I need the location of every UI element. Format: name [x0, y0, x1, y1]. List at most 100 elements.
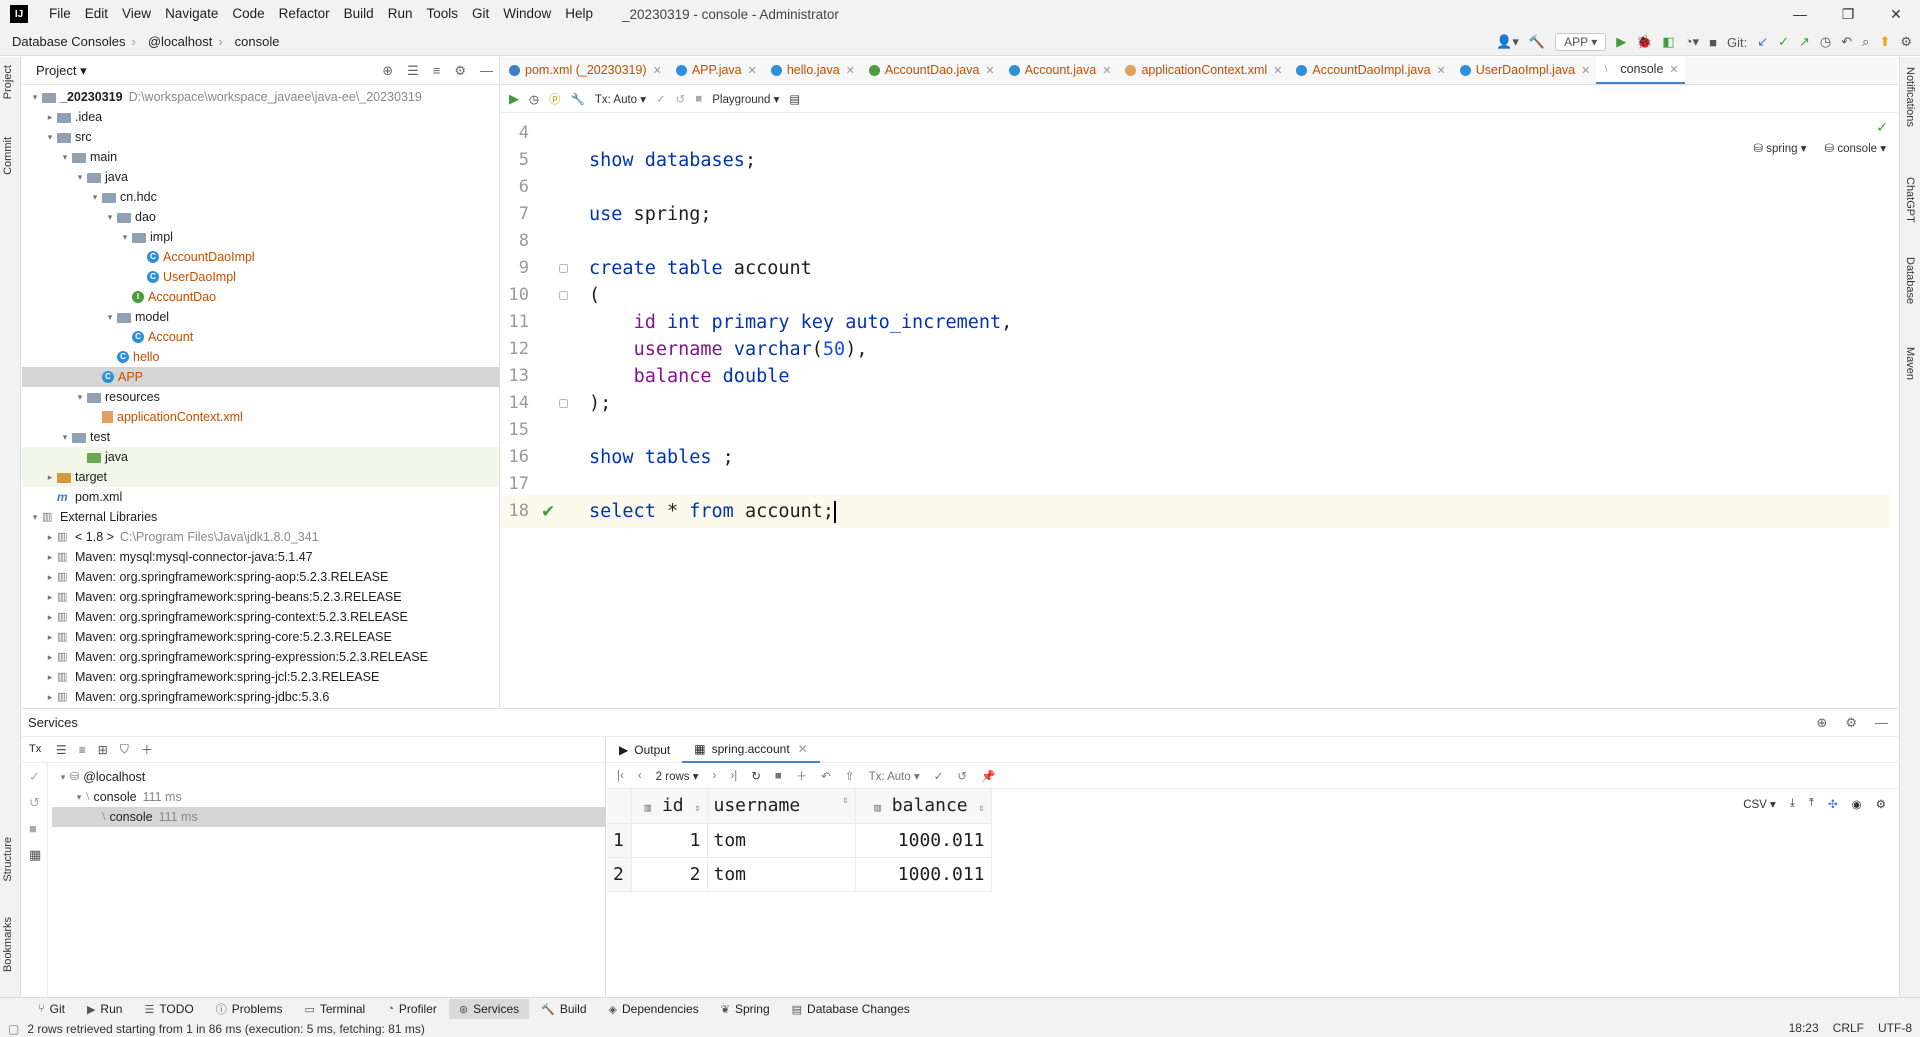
- git-push-icon[interactable]: ↗: [1799, 34, 1810, 50]
- expand-all-icon[interactable]: ☰: [407, 63, 419, 79]
- export-format-select[interactable]: CSV ▾: [1743, 797, 1776, 811]
- tool-window-terminal[interactable]: ▭ Terminal: [294, 999, 375, 1019]
- services-tree-item[interactable]: ▾ ⧵ console 111 ms: [52, 787, 606, 807]
- expand-arrow-icon[interactable]: ▾: [103, 307, 117, 327]
- hide-icon[interactable]: —: [480, 63, 493, 79]
- code-line[interactable]: show databases;: [589, 144, 756, 177]
- commit-icon[interactable]: ✓: [934, 769, 944, 783]
- result-tab-output[interactable]: ▶ Output: [607, 737, 682, 763]
- rows-count-select[interactable]: 2 rows ▾: [656, 769, 699, 783]
- breadcrumb-database-consoles[interactable]: Database Consoles: [0, 34, 131, 49]
- tool-window-run[interactable]: ▶ Run: [77, 999, 132, 1019]
- sort-icon[interactable]: ⇕: [978, 803, 984, 814]
- expand-arrow-icon[interactable]: ▸: [43, 607, 57, 627]
- expand-arrow-icon[interactable]: ▾: [72, 787, 86, 807]
- fold-marker-icon[interactable]: [559, 399, 568, 408]
- expand-arrow-icon[interactable]: ▸: [43, 667, 57, 687]
- project-tree-item[interactable]: ▸ ▥ Maven: mysql:mysql-connector-java:5.1.…: [22, 547, 499, 567]
- project-tree-item[interactable]: ▾ _20230319 D:\workspace\workspace_javaee\…: [22, 87, 499, 107]
- expand-arrow-icon[interactable]: ▾: [103, 207, 117, 227]
- services-tree-item[interactable]: ⧵ console 111 ms: [52, 807, 606, 827]
- project-tree-item[interactable]: ▾ main: [22, 147, 499, 167]
- editor-tab-applicationcontext-xml[interactable]: applicationContext.xml ✕: [1117, 57, 1288, 84]
- project-tree-item[interactable]: ▸ ▥ Maven: org.springframework:spring-cont…: [22, 607, 499, 627]
- pin-icon[interactable]: 📌: [981, 769, 995, 783]
- close-tab-icon[interactable]: ✕: [846, 64, 855, 77]
- menu-view[interactable]: View: [115, 0, 158, 28]
- tool-tab-maven[interactable]: Maven: [1904, 347, 1916, 380]
- stop-icon[interactable]: ■: [29, 821, 37, 836]
- project-tree-item[interactable]: C APP: [22, 367, 499, 387]
- code-line[interactable]: );: [589, 387, 611, 420]
- tool-window-services[interactable]: ⊛ Services: [448, 999, 530, 1019]
- wrench-icon[interactable]: 🔧: [571, 92, 585, 106]
- column-header-id[interactable]: ▥ id ⇕: [631, 789, 708, 824]
- close-tab-icon[interactable]: ✕: [798, 742, 808, 756]
- project-tree-item[interactable]: I AccountDao: [22, 287, 499, 307]
- project-tree-item[interactable]: ▸ ▥ < 1.8 > C:\Program Files\Java\jdk1.8.0_…: [22, 527, 499, 547]
- project-tree-item[interactable]: ▸ ▥ Maven: org.springframework:spring-expr…: [22, 647, 499, 667]
- project-tree-item[interactable]: ▾ java: [22, 167, 499, 187]
- menu-refactor[interactable]: Refactor: [272, 0, 337, 28]
- expand-arrow-icon[interactable]: ▾: [28, 507, 42, 527]
- rollback-icon[interactable]: ↺: [676, 92, 686, 106]
- close-tab-icon[interactable]: ✕: [1581, 64, 1590, 77]
- first-page-icon[interactable]: |‹: [617, 770, 624, 782]
- cell-username[interactable]: tom: [707, 857, 856, 892]
- editor-tab-hello-java[interactable]: hello.java ✕: [763, 57, 861, 84]
- settings-gear-icon[interactable]: ⚙: [1900, 34, 1912, 50]
- menu-build[interactable]: Build: [337, 0, 381, 28]
- expand-arrow-icon[interactable]: ▸: [43, 107, 57, 127]
- sort-icon[interactable]: ⇕: [694, 803, 700, 814]
- column-header-balance[interactable]: ▥ balance ⇕: [855, 789, 992, 824]
- close-tab-icon[interactable]: ✕: [985, 64, 994, 77]
- close-tab-icon[interactable]: ✕: [1669, 63, 1678, 76]
- breadcrumb-localhost[interactable]: @localhost: [136, 34, 219, 49]
- code-line[interactable]: use spring;: [589, 198, 712, 231]
- import-icon[interactable]: ⤒: [1809, 797, 1814, 811]
- last-page-icon[interactable]: ›|: [730, 770, 737, 782]
- locate-icon[interactable]: ⊕: [382, 63, 393, 79]
- menu-navigate[interactable]: Navigate: [158, 0, 225, 28]
- tool-tab-chatgpt[interactable]: ChatGPT: [1904, 177, 1916, 223]
- cell-username[interactable]: tom: [707, 823, 856, 858]
- minimize-button[interactable]: —: [1776, 0, 1824, 28]
- git-update-icon[interactable]: ↙: [1757, 34, 1768, 50]
- close-window-button[interactable]: ✕: [1872, 0, 1920, 28]
- menu-window[interactable]: Window: [496, 0, 558, 28]
- editor-tab-pom-xml-20230319[interactable]: pom.xml (_20230319) ✕: [501, 57, 668, 84]
- expand-arrow-icon[interactable]: ▸: [43, 467, 57, 487]
- git-commit-icon[interactable]: ✓: [1778, 34, 1789, 50]
- updates-icon[interactable]: ⬆: [1879, 34, 1890, 50]
- tool-window-profiler[interactable]: ◔ Profiler: [377, 999, 447, 1019]
- profile-icon[interactable]: ◔▾: [1685, 34, 1699, 50]
- expand-arrow-icon[interactable]: ▾: [73, 167, 87, 187]
- breadcrumb-console[interactable]: console: [223, 34, 286, 49]
- expand-arrow-icon[interactable]: ▾: [73, 387, 87, 407]
- code-line[interactable]: balance double: [589, 360, 790, 393]
- row-number[interactable]: 2: [607, 857, 632, 892]
- user-icon[interactable]: 👤▾: [1496, 34, 1519, 50]
- editor-tab-accountdao-java[interactable]: AccountDao.java ✕: [861, 57, 1001, 84]
- cell-id[interactable]: 2: [631, 857, 708, 892]
- execute-icon[interactable]: ▶: [509, 91, 519, 107]
- menu-code[interactable]: Code: [225, 0, 271, 28]
- coverage-icon[interactable]: ◧: [1662, 34, 1674, 50]
- column-header-username[interactable]: username ⇕: [707, 789, 856, 824]
- result-tab-spring-account[interactable]: ▦ spring.account ✕: [682, 737, 820, 763]
- menu-file[interactable]: File: [42, 0, 78, 28]
- layout-icon[interactable]: ✣: [1828, 797, 1838, 811]
- project-tree-item[interactable]: ▸ target: [22, 467, 499, 487]
- project-tree-item[interactable]: java: [22, 447, 499, 467]
- project-tree-item[interactable]: ▾ ▥ External Libraries: [22, 507, 499, 527]
- tool-tab-project[interactable]: Project: [2, 65, 14, 99]
- expand-arrow-icon[interactable]: ▾: [58, 427, 72, 447]
- project-tree-item[interactable]: ▸ ▥ Maven: org.springframework:spring-aop:…: [22, 567, 499, 587]
- code-line[interactable]: show tables ;: [589, 441, 734, 474]
- run-configuration-select[interactable]: APP ▾: [1555, 33, 1607, 51]
- cell-balance[interactable]: 1000.011: [855, 823, 992, 858]
- editor-tab-app-java[interactable]: APP.java ✕: [668, 57, 763, 84]
- submit-icon[interactable]: ⇧: [845, 769, 855, 783]
- expand-arrow-icon[interactable]: ▸: [43, 627, 57, 647]
- expand-arrow-icon[interactable]: ▸: [43, 547, 57, 567]
